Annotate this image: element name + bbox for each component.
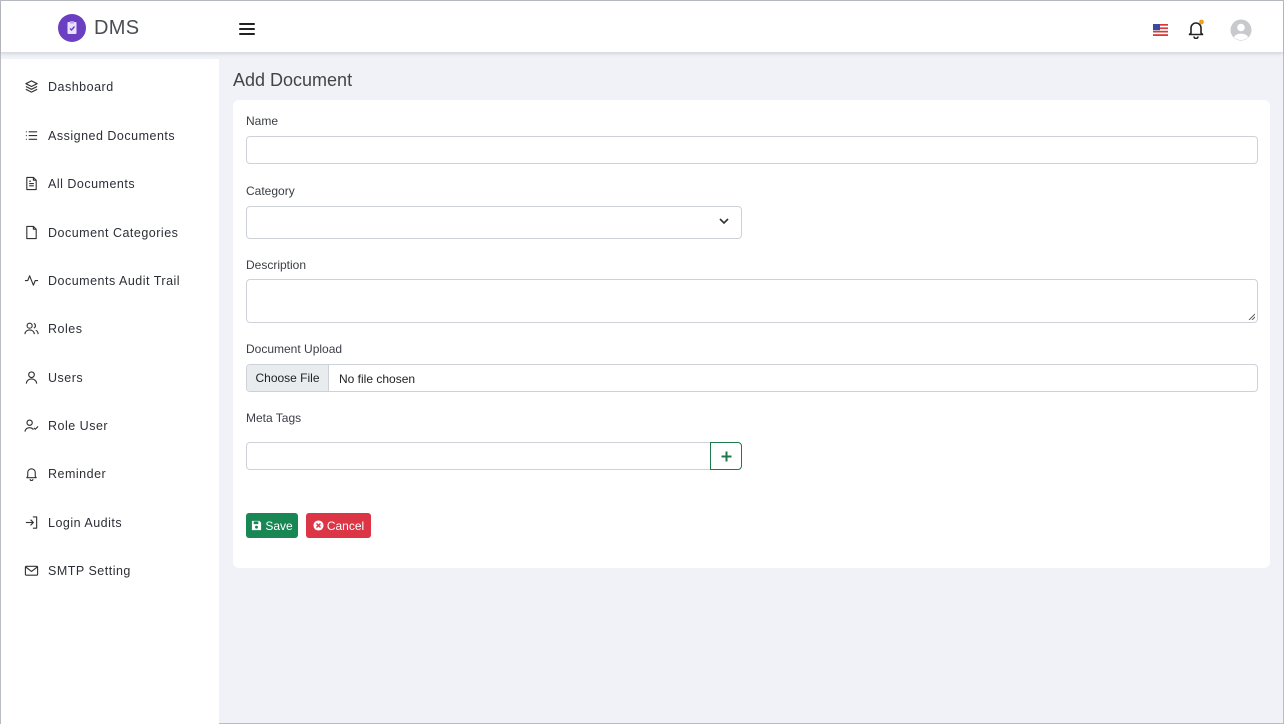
sidebar-item-label: Reminder [48,466,107,481]
sidebar-item-role-user[interactable]: Role User [24,418,108,433]
sidebar-item-documents-audit-trail[interactable]: Documents Audit Trail [24,273,180,288]
sidebar-item-dashboard[interactable]: Dashboard [24,79,114,94]
sidebar-item-label: Assigned Documents [48,128,176,143]
logo-icon [58,14,86,42]
sidebar: Dashboard Assigned Documents All Documen… [1,59,219,724]
sidebar-item-login-audits[interactable]: Login Audits [24,515,122,530]
sidebar-item-label: Document Categories [48,225,179,240]
users-icon [24,322,39,335]
cancel-label: Cancel [326,518,365,533]
sidebar-item-label: Documents Audit Trail [48,273,181,288]
bell-icon[interactable] [1187,19,1205,39]
save-button[interactable]: Save [246,513,298,538]
sidebar-item-reminder[interactable]: Reminder [24,466,106,481]
us-flag-icon[interactable] [1153,24,1168,36]
name-input[interactable] [246,136,1258,164]
sidebar-item-label: All Documents [48,176,136,191]
user-avatar-icon[interactable] [1230,19,1252,41]
page-title: Add Document [233,70,353,90]
activity-icon [24,275,39,286]
document-text-icon [26,176,37,191]
sidebar-item-document-categories[interactable]: Document Categories [24,225,178,240]
sidebar-item-roles[interactable]: Roles [24,321,82,336]
name-label: Name [246,114,279,128]
sidebar-item-all-documents[interactable]: All Documents [24,176,135,191]
save-icon [252,520,262,531]
resize-handle-icon[interactable] [1248,313,1255,320]
save-label: Save [265,518,293,533]
description-label: Description [246,258,307,272]
sidebar-item-users[interactable]: Users [24,370,83,385]
sidebar-item-label: Dashboard [48,79,114,94]
file-upload-input[interactable]: Choose File No file chosen [246,364,1258,392]
category-select[interactable] [246,206,742,239]
sidebar-item-label: Role User [48,418,109,433]
user-icon [25,371,38,384]
top-bar: DMS [1,1,1283,53]
sidebar-item-assigned-documents[interactable]: Assigned Documents [24,128,175,143]
meta-tags-label: Meta Tags [246,411,302,425]
category-label: Category [246,184,295,198]
choose-file-button[interactable]: Choose File [247,365,329,391]
menu-icon[interactable] [239,23,255,37]
mail-icon [24,565,39,576]
cancel-button[interactable]: Cancel [306,513,371,538]
list-icon [25,131,38,140]
add-meta-tag-button[interactable] [710,442,742,470]
log-in-icon [25,516,38,529]
close-circle-icon [313,520,324,531]
no-file-text: No file chosen [339,372,416,386]
sidebar-item-smtp-setting[interactable]: SMTP Setting [24,563,131,578]
chevron-down-icon [719,218,729,225]
app-name: DMS [94,16,140,39]
plus-icon [721,451,731,461]
user-check-icon [24,419,39,432]
bell-icon [26,468,37,481]
sidebar-item-label: Login Audits [48,515,123,530]
sidebar-item-label: Users [48,370,84,385]
document-upload-label: Document Upload [246,342,343,356]
layers-icon [25,80,38,93]
description-textarea[interactable] [246,279,1258,323]
sidebar-item-label: SMTP Setting [48,563,131,578]
file-icon [26,225,37,240]
sidebar-item-label: Roles [48,321,83,336]
app-logo[interactable]: DMS [58,14,139,42]
meta-tag-input[interactable] [246,442,711,470]
add-document-form: Name Category Description Document Uploa… [233,100,1270,568]
